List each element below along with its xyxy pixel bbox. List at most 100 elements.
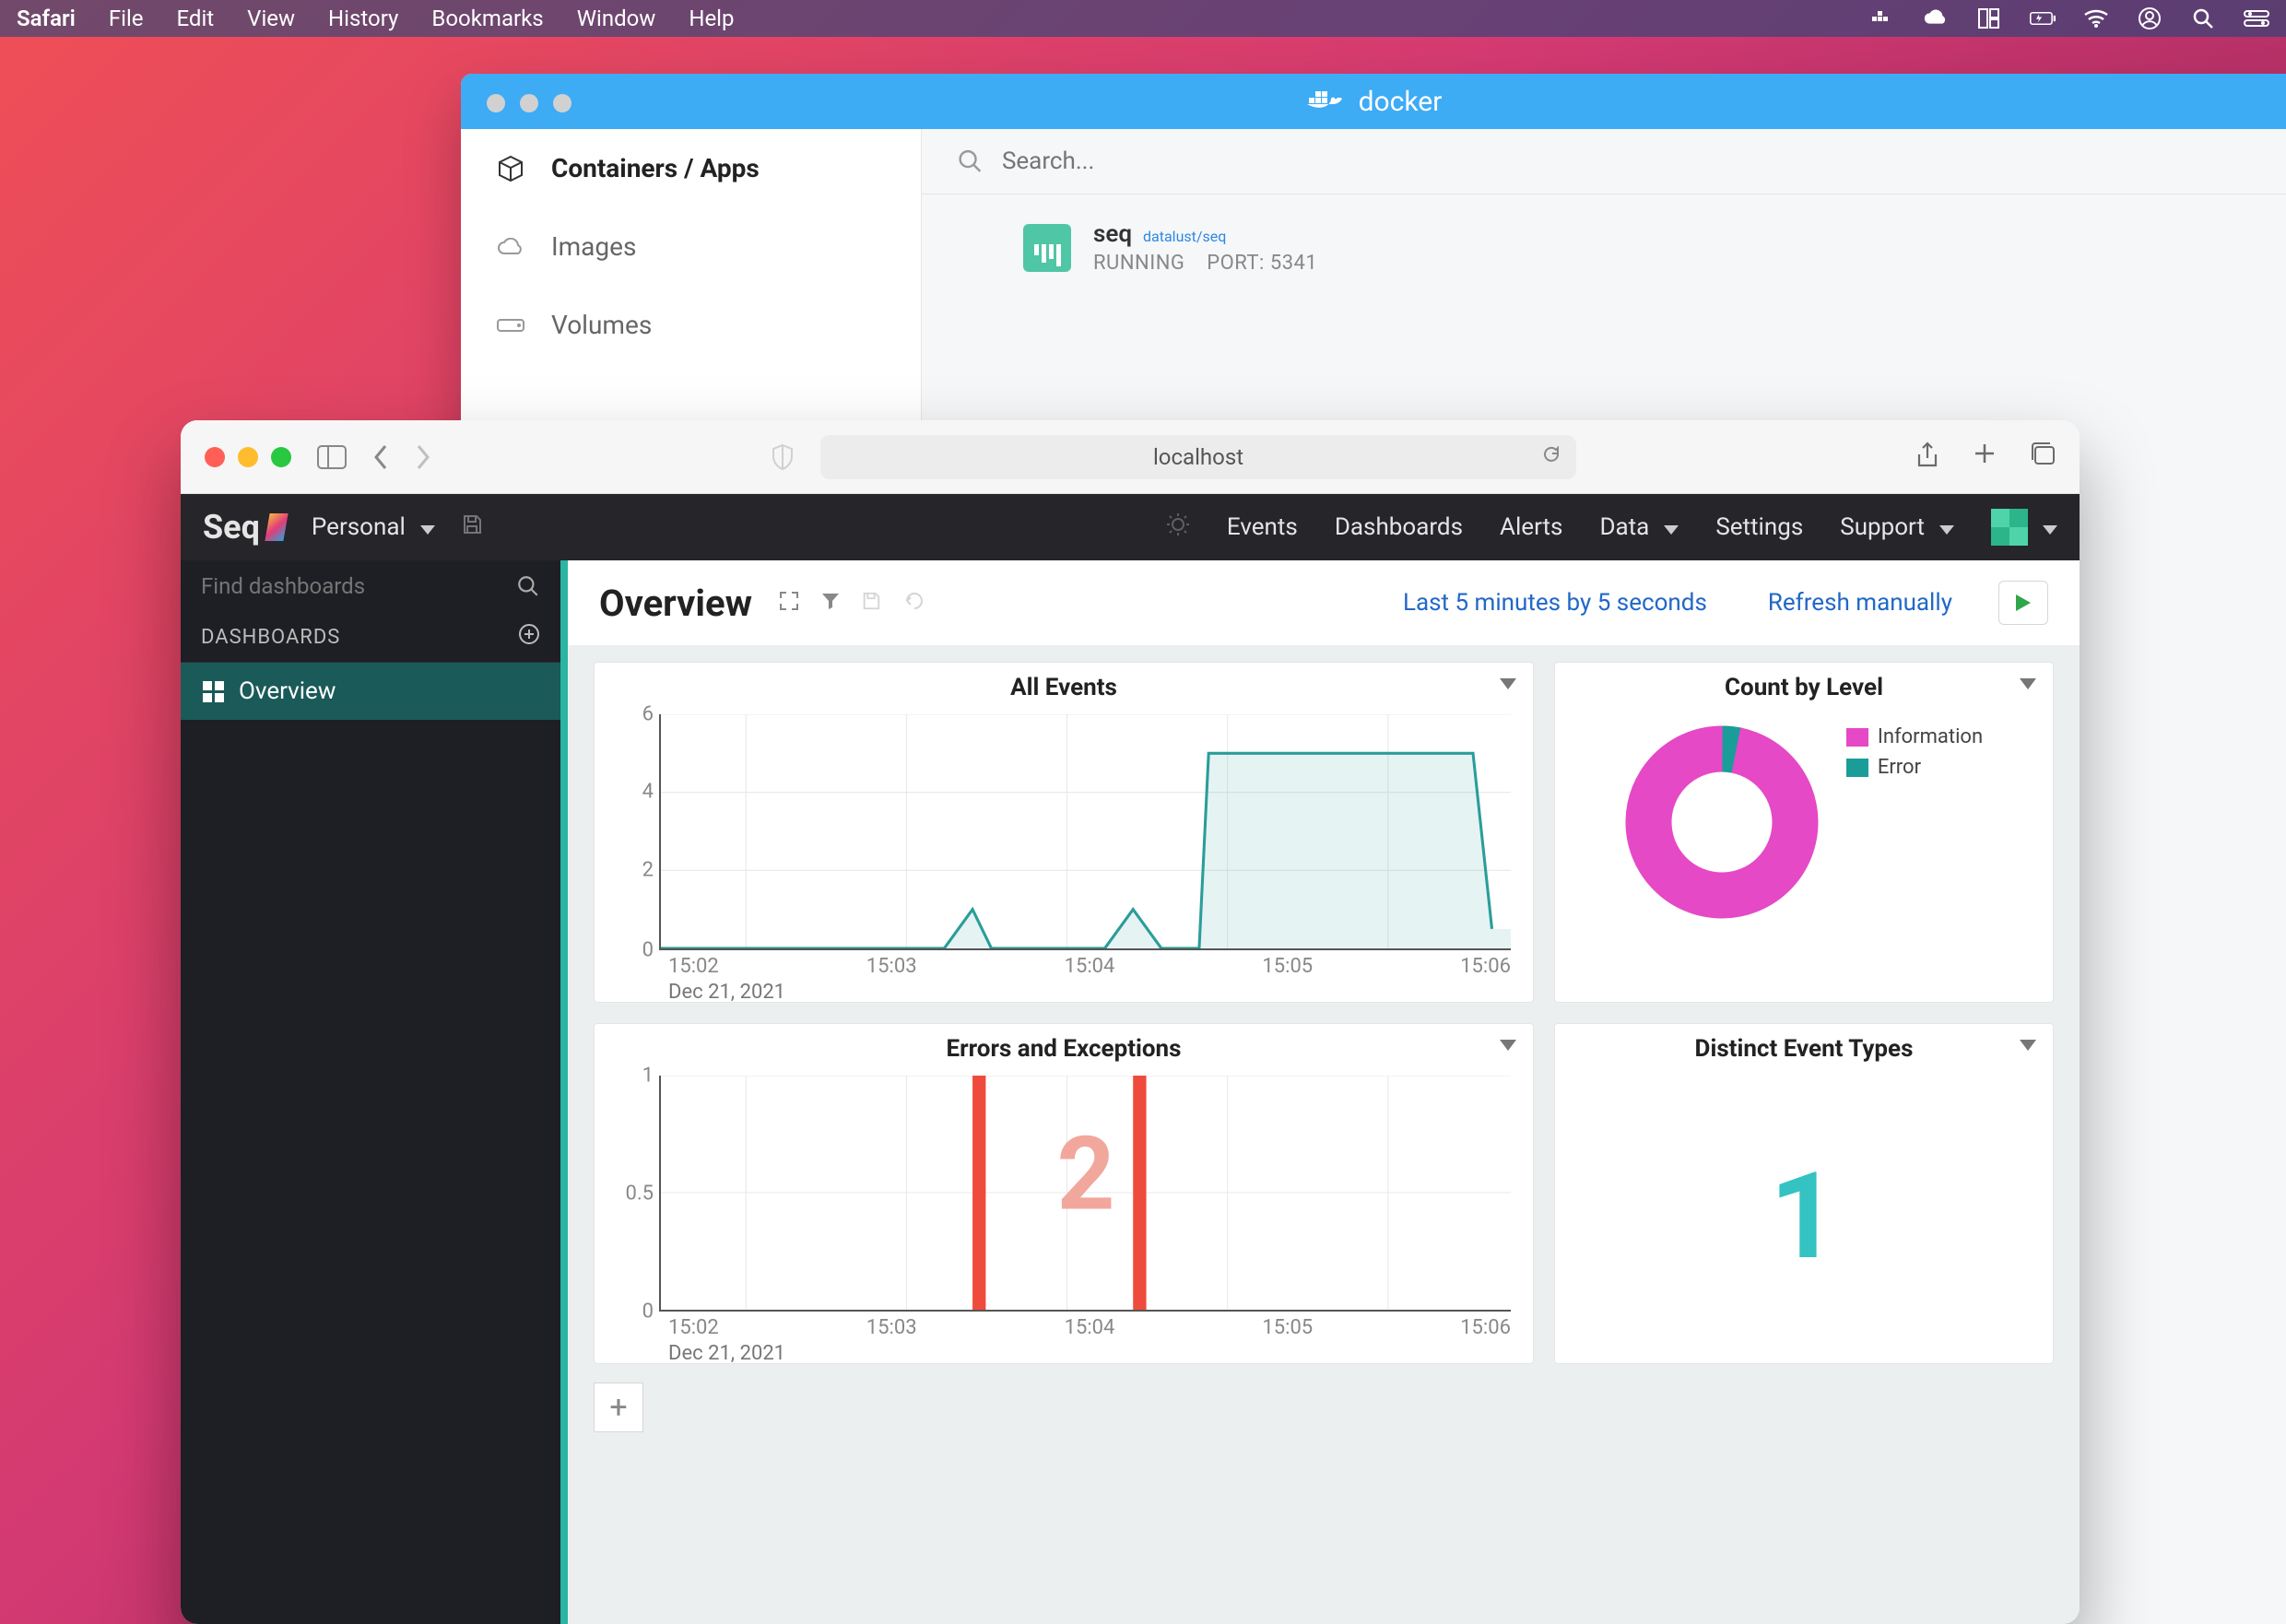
reload-icon[interactable] (1541, 444, 1561, 470)
tabs-overview-icon[interactable] (2030, 441, 2056, 473)
nav-data[interactable]: Data (1599, 513, 1679, 541)
cloud-outline-icon (496, 238, 525, 256)
battery-icon[interactable] (2030, 7, 2056, 29)
menubar-view[interactable]: View (247, 6, 295, 31)
desktop: Safari File Edit View History Bookmarks … (0, 0, 2286, 1624)
docker-status-icon[interactable] (1869, 7, 1895, 29)
card-all-events: All Events 6420 (594, 662, 1534, 1003)
user-menu[interactable] (1991, 509, 2057, 546)
x-axis-date: Dec 21, 2021 (668, 981, 785, 1004)
card-title: Distinct Event Types (1555, 1024, 2053, 1068)
card-menu[interactable] (1500, 676, 1516, 693)
errors-chart[interactable]: 10.50 (595, 1068, 1533, 1363)
dashboard-search-input[interactable] (201, 573, 503, 599)
share-icon[interactable] (1915, 441, 1939, 473)
workspace-dropdown[interactable]: Personal (312, 513, 435, 541)
timerange-selector[interactable]: Last 5 minutes by 5 seconds (1403, 589, 1714, 617)
macos-menubar: Safari File Edit View History Bookmarks … (0, 0, 2286, 37)
back-button[interactable] (372, 444, 389, 470)
nav-settings[interactable]: Settings (1715, 513, 1803, 541)
card-errors: Errors and Exceptions 10.50 (594, 1023, 1534, 1364)
menubar-history[interactable]: History (328, 6, 398, 31)
container-port: PORT: 5341 (1207, 252, 1317, 275)
menubar-file[interactable]: File (109, 6, 144, 31)
seq-logo-icon (265, 513, 288, 541)
grid-icon (203, 681, 224, 702)
panel-icon[interactable] (1976, 7, 2002, 29)
safari-traffic-lights[interactable] (205, 447, 291, 467)
menubar-edit[interactable]: Edit (177, 6, 215, 31)
container-image-link[interactable]: datalust/seq (1143, 228, 1226, 245)
seq-topnav: Seq Personal Events Dashboards Alerts Da… (181, 494, 2080, 560)
sidebar-item-overview[interactable]: Overview (181, 663, 560, 720)
card-title: Errors and Exceptions (595, 1024, 1533, 1068)
undo-icon[interactable] (901, 592, 924, 614)
docker-traffic-lights[interactable] (487, 94, 572, 112)
shield-icon[interactable] (771, 443, 795, 471)
add-card-button[interactable]: + (594, 1383, 643, 1432)
control-center-icon[interactable] (2244, 7, 2269, 29)
container-name: seq (1093, 220, 1132, 248)
sidebar-toggle-icon[interactable] (317, 445, 347, 469)
sidebar-item-images[interactable]: Images (461, 207, 921, 286)
dashboards-section-header: DASHBOARDS (181, 612, 560, 663)
docker-search-input[interactable] (1002, 147, 2251, 175)
theme-toggle-icon[interactable] (1166, 512, 1190, 543)
card-count-by-level: Count by Level Information Error (1554, 662, 2054, 1003)
count-by-level-chart[interactable]: Information Error (1555, 707, 2053, 937)
chevron-down-icon (1934, 513, 1954, 541)
distinct-types-value: 1 (1555, 1068, 2053, 1363)
docker-brand: docker (1305, 86, 1443, 118)
chevron-down-icon (415, 513, 435, 541)
avatar-icon (1991, 509, 2028, 546)
forward-button[interactable] (415, 444, 431, 470)
menubar-help[interactable]: Help (689, 6, 734, 31)
menubar-window[interactable]: Window (577, 6, 656, 31)
search-icon[interactable] (2190, 7, 2216, 29)
save-icon[interactable] (861, 591, 881, 615)
nav-events[interactable]: Events (1227, 513, 1298, 541)
search-icon (957, 147, 984, 175)
sidebar-item-volumes[interactable]: Volumes (461, 286, 921, 364)
play-button[interactable] (1998, 581, 2048, 625)
drive-icon (496, 316, 525, 335)
seq-brand[interactable]: Seq (203, 508, 286, 547)
nav-dashboards[interactable]: Dashboards (1335, 513, 1463, 541)
dashboard-search[interactable] (181, 560, 560, 612)
refresh-selector[interactable]: Refresh manually (1768, 589, 1960, 617)
card-title: Count by Level (1555, 663, 2053, 707)
card-distinct-types: Distinct Event Types 1 (1554, 1023, 2054, 1364)
save-icon[interactable] (461, 513, 483, 542)
wifi-icon[interactable] (2083, 7, 2109, 29)
y-axis: 6420 (617, 714, 654, 950)
container-row[interactable]: seq datalust/seq RUNNING PORT: 5341 (922, 194, 2286, 300)
safari-window: localhost Seq Personal Events Dashboa (181, 420, 2080, 1624)
docker-search-bar[interactable] (922, 129, 2286, 194)
container-status: RUNNING (1093, 252, 1184, 275)
play-icon (2014, 593, 2033, 613)
address-bar[interactable]: localhost (820, 435, 1576, 479)
legend: Information Error (1846, 725, 1983, 786)
page-title: Overview (599, 582, 752, 625)
all-events-chart[interactable]: 6420 (595, 707, 1533, 1002)
add-dashboard-icon[interactable] (518, 623, 540, 651)
card-menu[interactable] (2020, 676, 2036, 693)
x-axis: 15:0215:0315:0415:0515:06 (668, 955, 1511, 978)
new-tab-icon[interactable] (1973, 441, 1997, 473)
user-icon[interactable] (2137, 7, 2162, 29)
nav-alerts[interactable]: Alerts (1500, 513, 1562, 541)
sidebar-item-containers[interactable]: Containers / Apps (461, 129, 921, 207)
card-menu[interactable] (2020, 1037, 2036, 1054)
cloud-icon[interactable] (1923, 7, 1949, 29)
filter-icon[interactable] (820, 591, 841, 615)
fullscreen-icon[interactable] (778, 590, 800, 616)
dashboard-header: Overview Last 5 minutes by 5 seconds (568, 560, 2080, 645)
x-axis-date: Dec 21, 2021 (668, 1342, 785, 1365)
x-axis: 15:0215:0315:0415:0515:06 (668, 1316, 1511, 1339)
card-title: All Events (595, 663, 1533, 707)
nav-support[interactable]: Support (1840, 513, 1954, 541)
safari-toolbar: localhost (181, 420, 2080, 494)
card-menu[interactable] (1500, 1037, 1516, 1054)
search-icon (516, 574, 540, 598)
menubar-bookmarks[interactable]: Bookmarks (431, 6, 543, 31)
